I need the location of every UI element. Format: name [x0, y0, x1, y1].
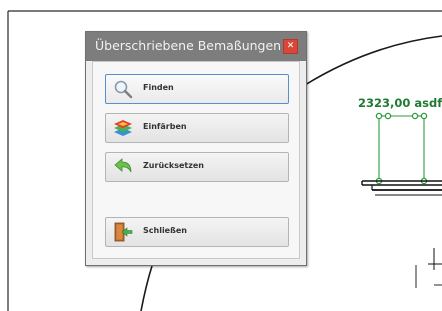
dialog-titlebar[interactable]: Überschriebene Bemaßungen ✕	[86, 32, 306, 61]
dimension-grips	[375, 112, 428, 185]
dimension-label[interactable]: 2323,00 asdf	[358, 96, 442, 110]
exit-door-icon	[114, 222, 133, 242]
find-button[interactable]: Finden	[105, 74, 289, 104]
reset-button-label: Zurücksetzen	[143, 161, 204, 170]
reset-button[interactable]: Zurücksetzen	[105, 152, 289, 182]
overridden-dimensions-dialog: Überschriebene Bemaßungen ✕ Finden Einfä…	[85, 31, 307, 266]
magnifier-icon	[114, 80, 133, 99]
dialog-title: Überschriebene Bemaßungen	[95, 38, 282, 53]
arc-upper	[304, 35, 442, 86]
color-layers-icon	[114, 120, 132, 136]
dimension-lines	[378, 115, 425, 182]
undo-arrow-icon	[114, 158, 132, 173]
find-button-label: Finden	[143, 83, 174, 92]
colorize-button[interactable]: Einfärben	[105, 113, 289, 143]
close-dialog-button-label: Schließen	[143, 226, 187, 235]
arc-lower	[140, 265, 153, 311]
close-dialog-button[interactable]: Schließen	[105, 217, 289, 247]
dialog-content: Finden Einfärben Zurücksetzen Schließen	[92, 61, 300, 259]
close-icon[interactable]: ✕	[283, 39, 298, 54]
steel-profile	[361, 180, 442, 288]
colorize-button-label: Einfärben	[143, 122, 187, 131]
